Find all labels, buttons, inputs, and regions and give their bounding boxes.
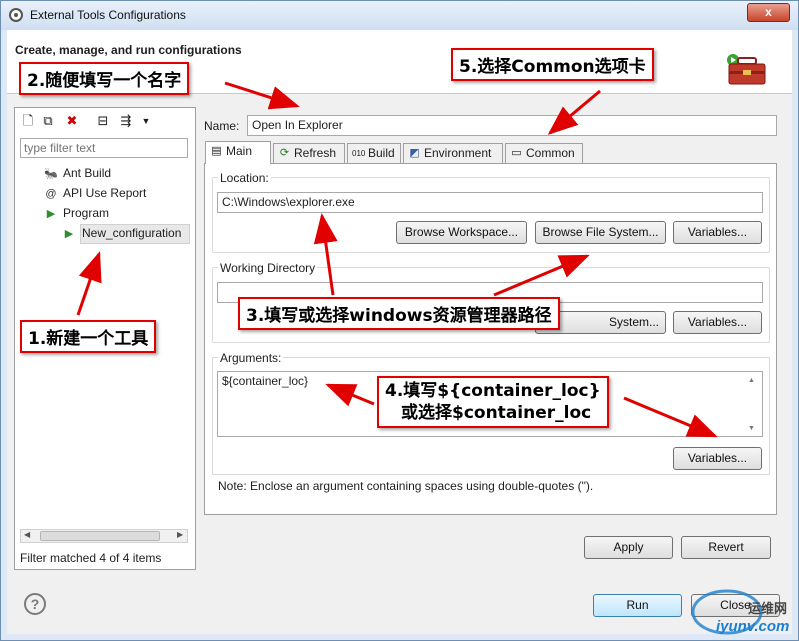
annotation-step1: 1.新建一个工具 xyxy=(20,320,157,353)
tab-common[interactable]: ▭ Common xyxy=(505,143,583,163)
working-directory-label: Working Directory xyxy=(218,261,318,275)
tree-item-api-use-report[interactable]: API Use Report xyxy=(63,186,146,200)
scroll-left-icon[interactable]: ◀ xyxy=(24,530,30,539)
window-title: External Tools Configurations xyxy=(30,8,186,22)
location-label: Location: xyxy=(218,171,271,185)
common-tab-icon: ▭ xyxy=(511,147,522,159)
filter-status-text: Filter matched 4 of 4 items xyxy=(20,551,162,565)
arguments-label: Arguments: xyxy=(218,351,284,365)
tree-item-program[interactable]: Program xyxy=(63,206,109,220)
annotation-step2: 2.随便填写一个名字 xyxy=(19,62,190,95)
tree-item-ant-build[interactable]: Ant Build xyxy=(63,166,111,180)
environment-tab-icon: ◩ xyxy=(409,147,420,159)
ant-icon: 🐜 xyxy=(44,168,58,180)
refresh-tab-icon: ⟳ xyxy=(279,147,290,159)
watermark-url: iyunv.com xyxy=(716,618,790,635)
delete-icon[interactable]: ✖ xyxy=(64,113,80,129)
arguments-scroll-up-icon[interactable]: ▲ xyxy=(748,377,755,384)
program-icon: ▶ xyxy=(46,208,56,220)
arguments-note: Note: Enclose an argument containing spa… xyxy=(218,479,594,493)
tab-common-label: Common xyxy=(526,146,575,160)
help-icon[interactable]: ? xyxy=(24,593,46,615)
filter-input[interactable] xyxy=(20,138,188,158)
annotation-step4-line1: 4.填写${container_loc} xyxy=(385,381,601,401)
name-field[interactable]: Open In Explorer xyxy=(247,115,777,136)
location-variables-button[interactable]: Variables... xyxy=(673,221,762,244)
annotation-step3: 3.填写或选择windows资源管理器路径 xyxy=(238,297,560,330)
scrollbar-thumb[interactable] xyxy=(40,531,160,541)
annotation-step4-line2: 或选择$container_loc xyxy=(401,403,592,423)
tree-item-new-configuration[interactable]: New_configuration xyxy=(82,226,181,240)
filter-icon[interactable]: ⇶ xyxy=(118,113,134,129)
header-title: Create, manage, and run configurations xyxy=(15,43,242,57)
eclipse-icon xyxy=(9,8,23,22)
name-label: Name: xyxy=(204,119,240,133)
browse-workspace-button[interactable]: Browse Workspace... xyxy=(396,221,527,244)
wd-variables-button[interactable]: Variables... xyxy=(673,311,762,334)
annotation-step4: 4.填写${container_loc} 或选择$container_loc xyxy=(377,376,609,428)
annotation-step5: 5.选择Common选项卡 xyxy=(451,48,654,81)
collapse-all-icon[interactable]: ⊟ xyxy=(95,113,111,129)
new-config-icon[interactable]: 🗋 xyxy=(20,113,36,129)
watermark-text: 运维网 xyxy=(748,601,788,616)
toolbox-icon xyxy=(727,54,766,85)
tab-refresh-label: Refresh xyxy=(294,146,337,160)
build-tab-icon: 010 xyxy=(352,149,366,158)
location-field[interactable]: C:\Windows\explorer.exe xyxy=(217,192,763,213)
tab-main[interactable]: ▤ Main xyxy=(205,141,271,164)
arguments-variables-button[interactable]: Variables... xyxy=(673,447,762,470)
main-tab-icon: ▤ xyxy=(211,145,222,157)
tab-build-label: Build xyxy=(368,146,395,160)
dropdown-icon[interactable]: ▼ xyxy=(138,113,154,129)
browse-file-system-button[interactable]: Browse File System... xyxy=(535,221,666,244)
api-report-icon: @ xyxy=(45,188,57,200)
arguments-scroll-down-icon[interactable]: ▼ xyxy=(748,425,755,432)
tab-refresh[interactable]: ⟳ Refresh xyxy=(273,143,345,163)
scroll-right-icon[interactable]: ▶ xyxy=(177,530,183,539)
window-close-button[interactable]: x xyxy=(747,3,790,22)
duplicate-icon[interactable]: ⧉ xyxy=(40,113,56,129)
tab-environment-label: Environment xyxy=(424,146,492,160)
tab-main-label: Main xyxy=(226,144,253,158)
tab-build[interactable]: 010 Build xyxy=(347,143,401,163)
revert-button[interactable]: Revert xyxy=(681,536,771,559)
tab-environment[interactable]: ◩ Environment xyxy=(403,143,503,163)
apply-button[interactable]: Apply xyxy=(584,536,673,559)
run-button[interactable]: Run xyxy=(593,594,682,617)
program-config-icon: ▶ xyxy=(64,228,74,240)
